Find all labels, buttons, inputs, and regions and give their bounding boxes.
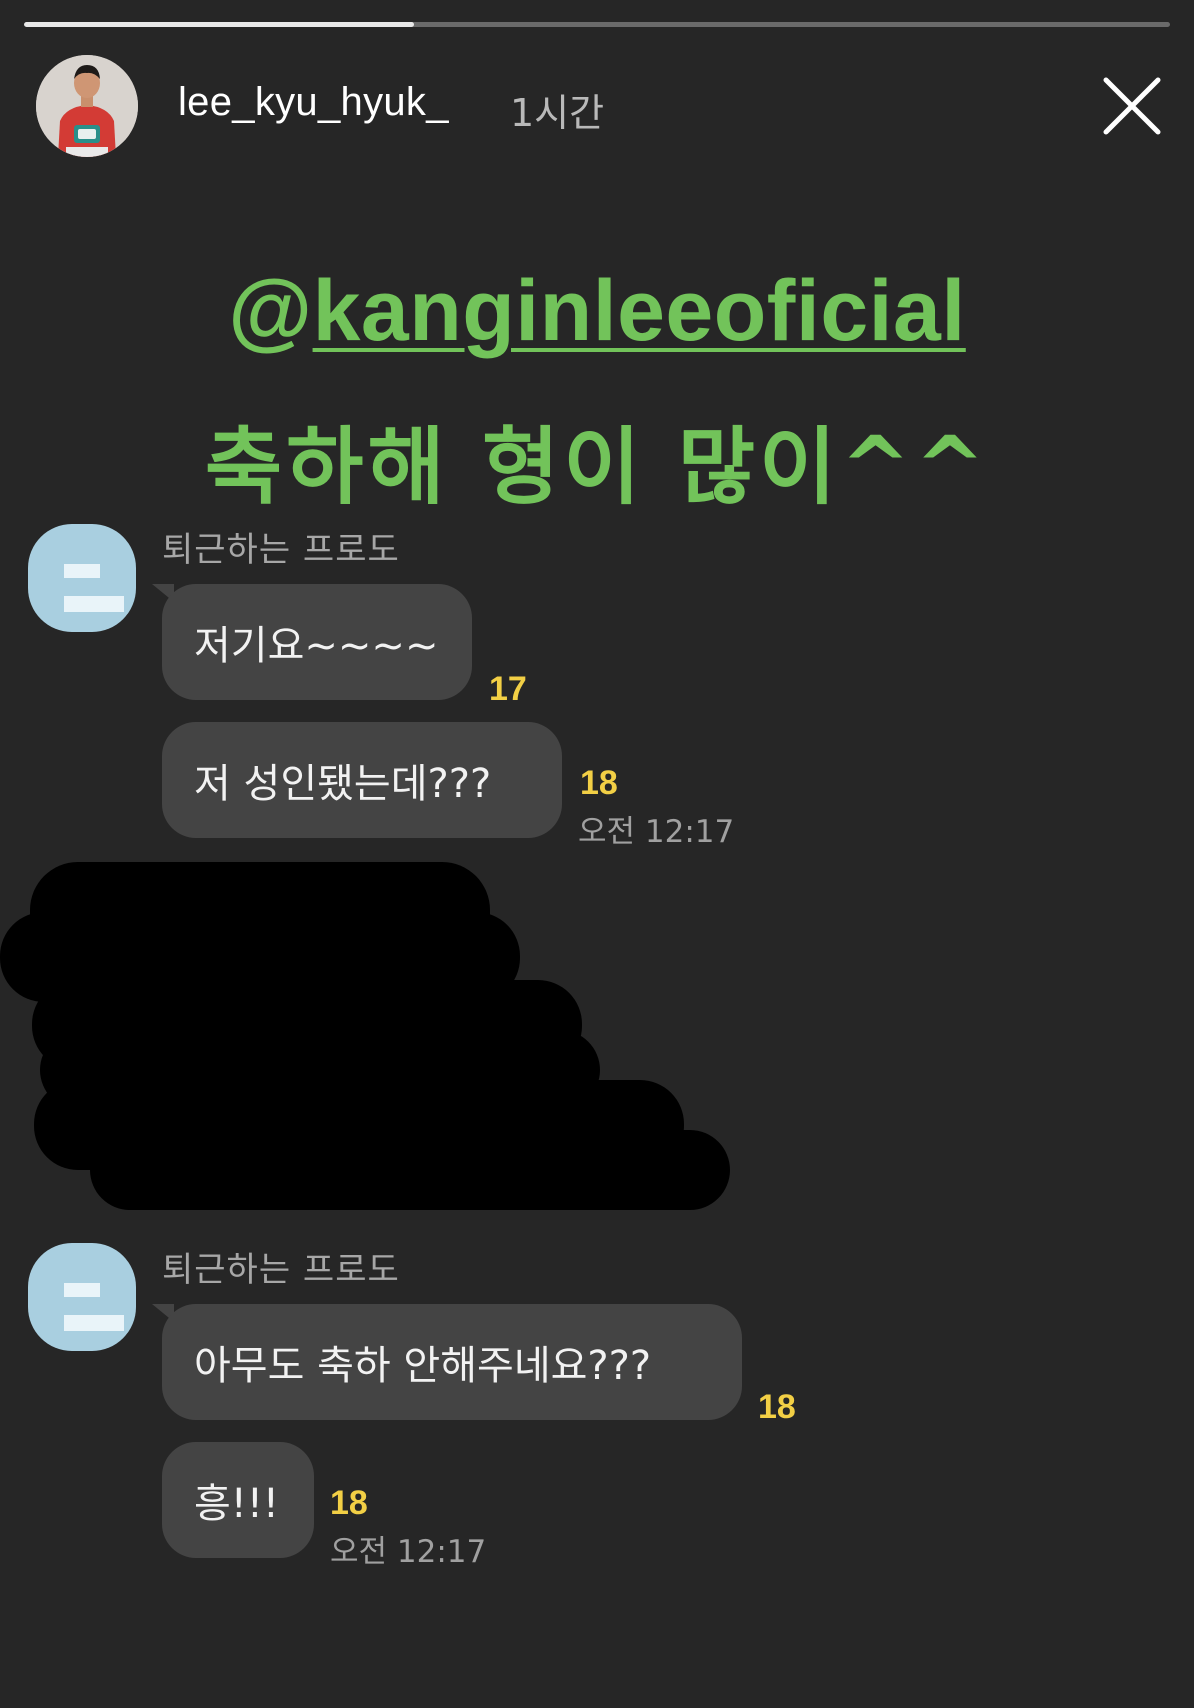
chat-avatar (28, 1243, 136, 1351)
unread-count: 18 (330, 1484, 368, 1522)
chat-message-text: 흥!!! (194, 1481, 279, 1527)
unread-count: 18 (758, 1388, 796, 1426)
chat-message-bubble: 흥!!! (162, 1442, 314, 1558)
chat-message-text: 아무도 축하 안해주네요??? (194, 1343, 652, 1389)
message-timestamp: 오전 12:17 (330, 1534, 487, 1570)
chat-sender-name: 퇴근하는 프로도 (162, 1250, 400, 1290)
chat-message-bubble: 아무도 축하 안해주네요??? (162, 1304, 742, 1420)
